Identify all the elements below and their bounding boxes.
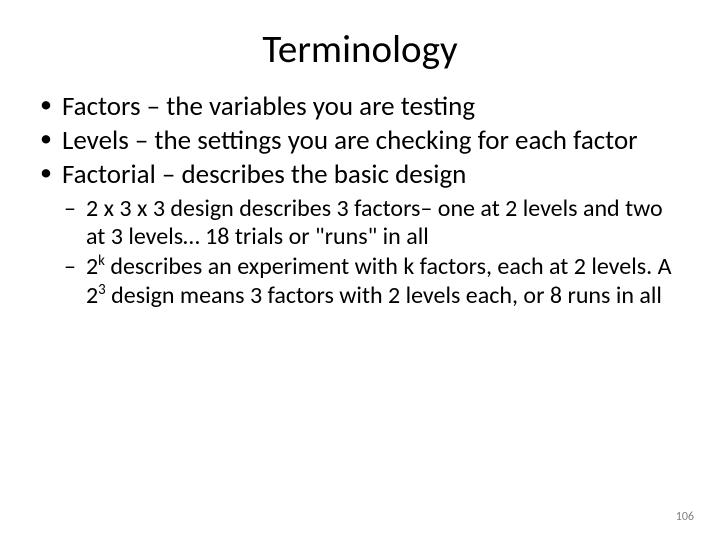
sub-bullet-2k: 2k describes an experiment with k factor… xyxy=(34,253,686,310)
page-number: 106 xyxy=(676,510,694,524)
superscript-k: k xyxy=(98,251,105,269)
slide: Terminology Factors – the variables you … xyxy=(0,0,720,540)
bullet-factors: Factors – the variables you are testing xyxy=(34,91,686,123)
text: 2 xyxy=(86,252,98,281)
slide-content: Factors – the variables you are testing … xyxy=(0,73,720,310)
bullet-factorial: Factorial – describes the basic design xyxy=(34,159,686,191)
sub-bullet-design: 2 x 3 x 3 design describes 3 factors– on… xyxy=(34,195,686,252)
text: design means 3 factors with 2 levels eac… xyxy=(106,281,662,310)
slide-title: Terminology xyxy=(0,0,720,73)
bullet-levels: Levels – the settings you are checking f… xyxy=(34,125,686,157)
sub-bullet-list: 2 x 3 x 3 design describes 3 factors– on… xyxy=(34,195,686,310)
bullet-list: Factors – the variables you are testing … xyxy=(34,91,686,191)
superscript-3: 3 xyxy=(98,280,106,298)
